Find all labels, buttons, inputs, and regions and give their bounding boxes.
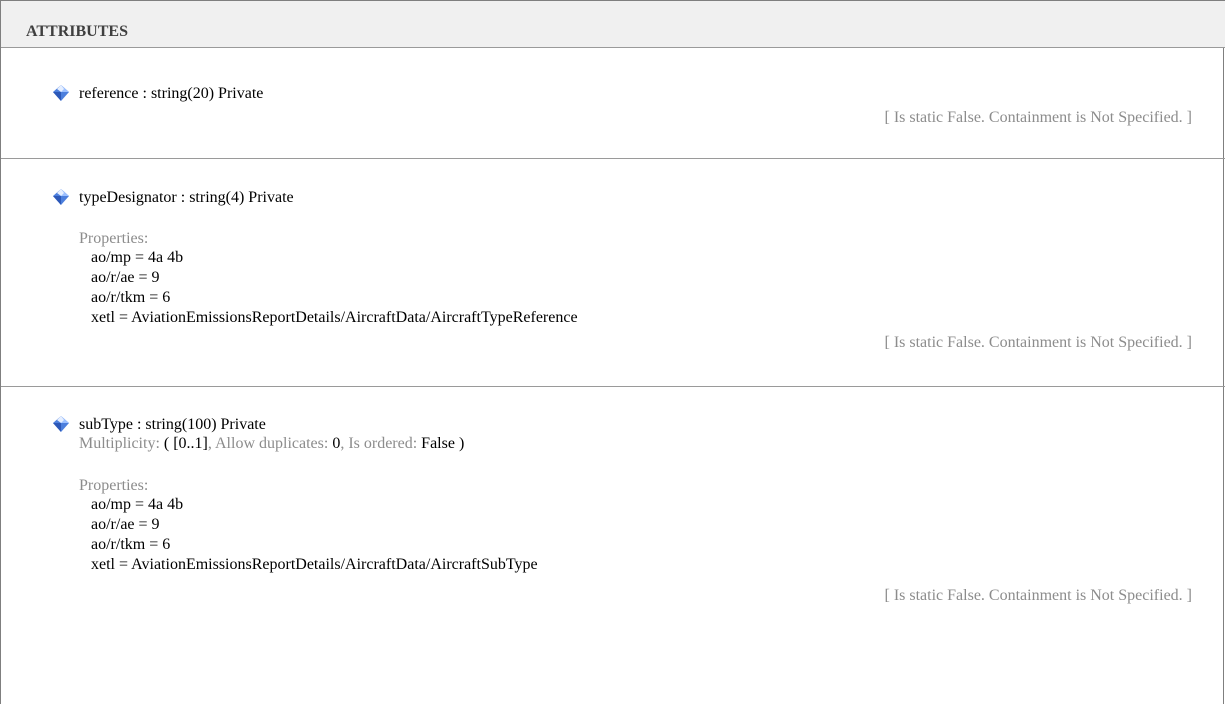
attribute-footer: [ Is static False. Containment is Not Sp… [884,334,1193,351]
attribute-signature: reference : string(20) Private [79,85,264,102]
property-item: xetl = AviationEmissionsReportDetails/Ai… [91,556,538,573]
attribute-reference: reference : string(20) Private [ Is stat… [1,48,1225,159]
allow-duplicates-label: , Allow duplicates: [207,435,329,452]
property-item: ao/mp = 4a 4b [91,249,184,266]
property-item: ao/r/ae = 9 [91,516,160,533]
is-ordered-label: , Is ordered: [340,435,418,452]
multiplicity-range: [0..1] [173,435,208,452]
property-item: ao/r/tkm = 6 [91,289,171,306]
property-item: ao/r/tkm = 6 [91,536,171,553]
property-item: ao/r/ae = 9 [91,269,160,286]
attribute-signature: typeDesignator : string(4) Private [79,189,294,206]
attribute-signature: subType : string(100) Private [79,416,266,433]
attribute-subType: subType : string(100) Private Multiplici… [1,388,1225,704]
properties-label: Properties: [79,477,149,494]
multiplicity-open: ( [159,435,174,452]
multiplicity-line: Multiplicity: ( [0..1], Allow duplicates… [79,435,464,453]
attributes-panel: ATTRIBUTES reference : string(20) Privat… [0,0,1225,704]
properties-label: Properties: [79,230,149,247]
attribute-footer: [ Is static False. Containment is Not Sp… [884,587,1193,604]
attribute-footer: [ Is static False. Containment is Not Sp… [884,109,1193,126]
attribute-diamond-icon [53,85,69,101]
property-item: ao/mp = 4a 4b [91,496,184,513]
attributes-header: ATTRIBUTES [1,0,1225,48]
attribute-diamond-icon [53,189,69,205]
attribute-diamond-icon [53,416,69,432]
property-item: xetl = AviationEmissionsReportDetails/Ai… [91,309,578,326]
section-title: ATTRIBUTES [26,23,128,40]
multiplicity-close: ) [454,435,465,452]
multiplicity-label: Multiplicity: [79,435,160,452]
allow-duplicates-value: 0 [328,435,341,452]
is-ordered-value: False [417,435,455,452]
attribute-typeDesignator: typeDesignator : string(4) Private Prope… [1,160,1225,387]
